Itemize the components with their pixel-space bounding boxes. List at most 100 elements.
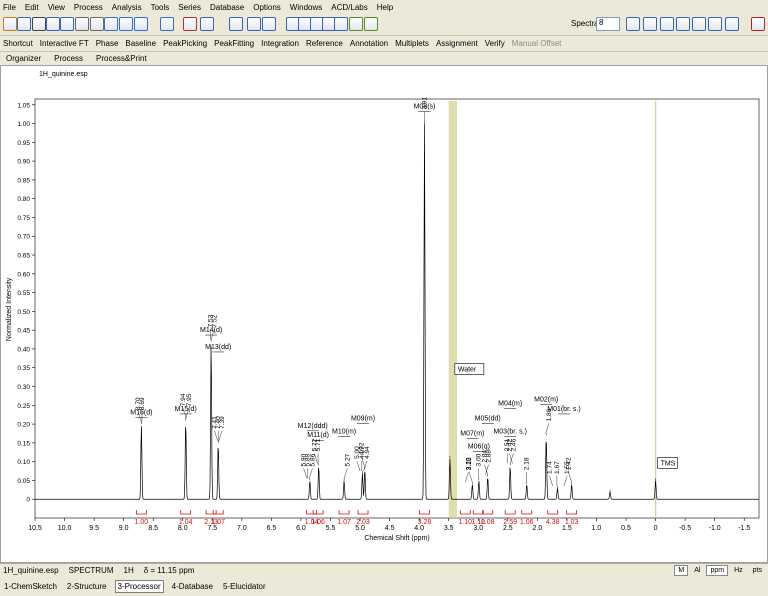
- integral-bracket: [566, 510, 578, 515]
- window-icon[interactable]: [262, 17, 276, 31]
- arrange-icon[interactable]: [349, 17, 363, 31]
- layout5-icon[interactable]: [334, 17, 348, 31]
- peak-label: 7.52: [211, 314, 218, 327]
- module-tab-1-chemsketch[interactable]: 1-ChemSketch: [2, 581, 59, 592]
- zoom-in-icon[interactable]: [104, 17, 118, 31]
- y-tick-label: 1.00: [17, 121, 30, 128]
- y-tick-label: 0.05: [17, 478, 30, 485]
- baseline-icon[interactable]: [247, 17, 261, 31]
- y-tick-label: 0.80: [17, 196, 30, 203]
- x-tick-label: -1.5: [738, 525, 750, 532]
- multiplet-label: M11(d): [307, 432, 329, 439]
- tool-peakfitting[interactable]: PeakFitting: [214, 39, 254, 48]
- unit-al[interactable]: Al: [690, 565, 704, 576]
- module-tab-5-elucidator[interactable]: 5-Elucidator: [221, 581, 268, 592]
- peak-label: 5.27: [344, 453, 351, 466]
- unit-m[interactable]: M: [674, 565, 689, 576]
- spectrum-pane[interactable]: 1H_quinine.esp 0 0.05 0.10 0.15 0.20 0.25 0.30 0…: [0, 65, 768, 563]
- tool-assignment[interactable]: Assignment: [436, 39, 478, 48]
- tool-baseline[interactable]: Baseline: [125, 39, 156, 48]
- tool-annotation[interactable]: Annotation: [350, 39, 388, 48]
- tab-organizer[interactable]: Organizer: [6, 54, 41, 63]
- tool-reference[interactable]: Reference: [306, 39, 343, 48]
- peak-label: 2.42: [506, 438, 513, 451]
- module-tab-2-structure[interactable]: 2-Structure: [65, 581, 109, 592]
- menu-view[interactable]: View: [48, 3, 65, 12]
- integral-value: 1.07: [211, 519, 225, 526]
- tool-manual-offset[interactable]: Manual Offset: [512, 39, 562, 48]
- unit-ppm[interactable]: ppm: [706, 565, 729, 576]
- multiplet-label: M02(m): [534, 397, 558, 404]
- tool-integration[interactable]: Integration: [261, 39, 299, 48]
- layout-view-icon[interactable]: [676, 17, 690, 31]
- integral-bracket: [338, 510, 350, 515]
- layout-view-icon[interactable]: [725, 17, 739, 31]
- tool-multiplets[interactable]: Multiplets: [395, 39, 429, 48]
- tool-verify[interactable]: Verify: [485, 39, 505, 48]
- tab-process[interactable]: Process: [54, 54, 83, 63]
- integral-bracket: [547, 510, 559, 515]
- peak-label-leader: [509, 453, 513, 464]
- integral-icon[interactable]: [200, 17, 214, 31]
- y-tick-label: 0.65: [17, 253, 30, 260]
- tool-peakpicking[interactable]: PeakPicking: [163, 39, 207, 48]
- annotation-label: TMS: [661, 460, 676, 467]
- peak-label-leader: [309, 468, 313, 479]
- unit-hz[interactable]: Hz: [730, 565, 747, 576]
- zoom-fit-icon[interactable]: [134, 17, 148, 31]
- tool-interactive-ft[interactable]: Interactive FT: [40, 39, 89, 48]
- tool-shortcut[interactable]: Shortcut: [3, 39, 33, 48]
- menu-tools[interactable]: Tools: [151, 3, 170, 12]
- peak-label: 2.18: [524, 457, 531, 470]
- module-tab-4-database[interactable]: 4-Database: [170, 581, 215, 592]
- menu-edit[interactable]: Edit: [25, 3, 39, 12]
- spectrum-chart[interactable]: 1H_quinine.esp 0 0.05 0.10 0.15 0.20 0.25 0.30 0…: [1, 66, 767, 562]
- arrange2-icon[interactable]: [364, 17, 378, 31]
- menu-analysis[interactable]: Analysis: [112, 3, 142, 12]
- layout-view-icon[interactable]: [692, 17, 706, 31]
- open-icon[interactable]: [3, 17, 17, 31]
- copy-icon[interactable]: [46, 17, 60, 31]
- peak-label: 1.74: [547, 461, 554, 474]
- multiplet-label: M09(m): [351, 415, 375, 422]
- tool-phase[interactable]: Phase: [96, 39, 119, 48]
- multiplet-label: M04(m): [498, 400, 522, 407]
- layout-view-icon[interactable]: [660, 17, 674, 31]
- menu-help[interactable]: Help: [377, 3, 393, 12]
- unit-pts[interactable]: pts: [749, 565, 766, 576]
- module-tab-3-processor[interactable]: 3-Processor: [114, 580, 164, 593]
- magnify-icon[interactable]: [160, 17, 174, 31]
- y-tick-label: 0.70: [17, 234, 30, 241]
- paste-icon[interactable]: [60, 17, 74, 31]
- menu-process[interactable]: Process: [74, 3, 103, 12]
- x-tick-label: 4.0: [414, 525, 424, 532]
- integral-bracket: [205, 510, 217, 515]
- phase-icon[interactable]: [229, 17, 243, 31]
- menu-file[interactable]: File: [3, 3, 16, 12]
- grid-icon[interactable]: [643, 17, 657, 31]
- menu-windows[interactable]: Windows: [290, 3, 322, 12]
- table-icon[interactable]: [626, 17, 640, 31]
- menu-database[interactable]: Database: [210, 3, 244, 12]
- undo-icon[interactable]: [75, 17, 89, 31]
- multiplet-label: M07(m): [460, 430, 484, 437]
- zoom-out-icon[interactable]: [119, 17, 133, 31]
- multiplet-label: M15(d): [175, 406, 197, 413]
- integral-value: 1.04: [179, 519, 193, 526]
- menu-acd-labs[interactable]: ACD/Labs: [331, 3, 367, 12]
- status-delta: δ = 11.15 ppm: [143, 566, 195, 575]
- menu-options[interactable]: Options: [253, 3, 281, 12]
- layout-view-icon[interactable]: [708, 17, 722, 31]
- save-icon[interactable]: [17, 17, 31, 31]
- select-icon[interactable]: [90, 17, 104, 31]
- menu-series[interactable]: Series: [178, 3, 201, 12]
- y-tick-label: 0.85: [17, 177, 30, 184]
- close-icon[interactable]: [751, 17, 765, 31]
- x-tick-label: 0.5: [621, 525, 631, 532]
- print-icon[interactable]: [32, 17, 46, 31]
- spectra-select[interactable]: 8: [596, 17, 620, 31]
- tab-process-print[interactable]: Process&Print: [96, 54, 147, 63]
- x-tick-label: 10.0: [58, 525, 72, 532]
- peak-label: 1.42: [565, 457, 572, 470]
- peak-icon[interactable]: [183, 17, 197, 31]
